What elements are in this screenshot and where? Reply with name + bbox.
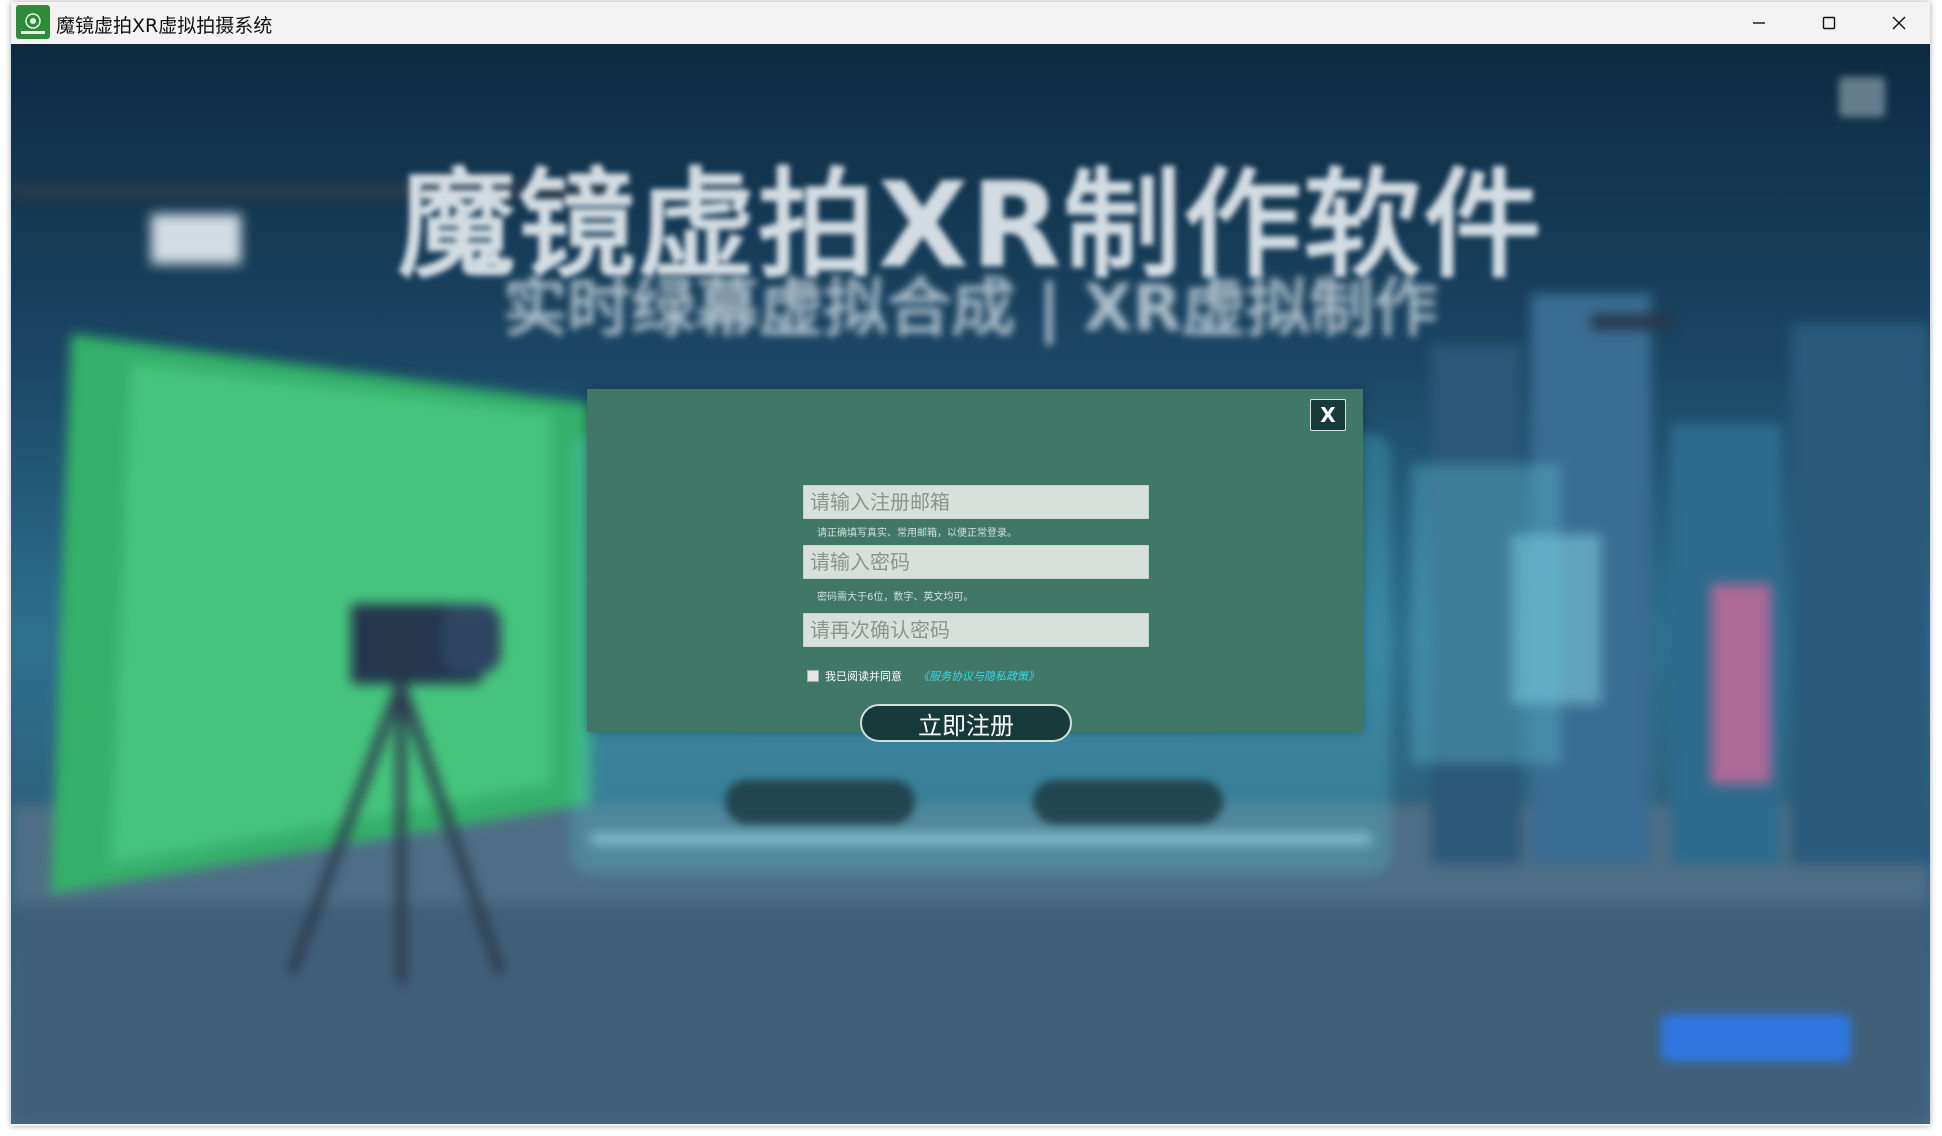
minimize-icon [1753,22,1765,24]
dialog-close-button[interactable]: X [1310,399,1346,431]
password-hint: 密码需大于6位，数字、英文均可。 [817,592,974,603]
agreement-row: 我已阅读并同意 《服务协议与隐私政策》 [807,668,1039,684]
maximize-icon [1822,16,1836,30]
close-icon [1892,16,1906,30]
policy-link[interactable]: 《服务协议与隐私政策》 [918,668,1039,684]
app-window: 魔镜虚拍XR虚拟拍摄系统 魔镜虚拍XR制作软件 实时绿幕虚拟合成 | XR虚拟制… [11,2,1930,1126]
background-close-button [1839,77,1885,117]
agree-label: 我已阅读并同意 [825,670,902,683]
background-menu-button [725,780,915,824]
window-close-button[interactable] [1864,2,1934,44]
hero-subtitle: 实时绿幕虚拟合成 | XR虚拟制作 [503,272,1438,346]
confirm-password-field[interactable] [803,613,1149,647]
agree-checkbox[interactable] [807,670,819,682]
title-bar[interactable]: 魔镜虚拍XR虚拟拍摄系统 [11,2,1930,44]
email-field[interactable] [803,485,1149,519]
app-logo-icon [16,5,50,39]
register-dialog: X 请正确填写真实、常用邮箱，以便正常登录。 密码需大于6位，数字、英文均可。 … [587,389,1363,742]
window-title: 魔镜虚拍XR虚拟拍摄系统 [56,15,273,37]
maximize-button[interactable] [1794,2,1864,44]
minimize-button[interactable] [1724,2,1794,44]
password-field[interactable] [803,545,1149,579]
main-content: 魔镜虚拍XR制作软件 实时绿幕虚拟合成 | XR虚拟制作 X 请正确填写真实、常… [11,44,1930,1124]
register-button[interactable]: 立即注册 [860,704,1072,742]
background-blue-button [1661,1014,1851,1062]
background-menu-button [1033,780,1223,824]
email-hint: 请正确填写真实、常用邮箱，以便正常登录。 [817,528,1017,539]
